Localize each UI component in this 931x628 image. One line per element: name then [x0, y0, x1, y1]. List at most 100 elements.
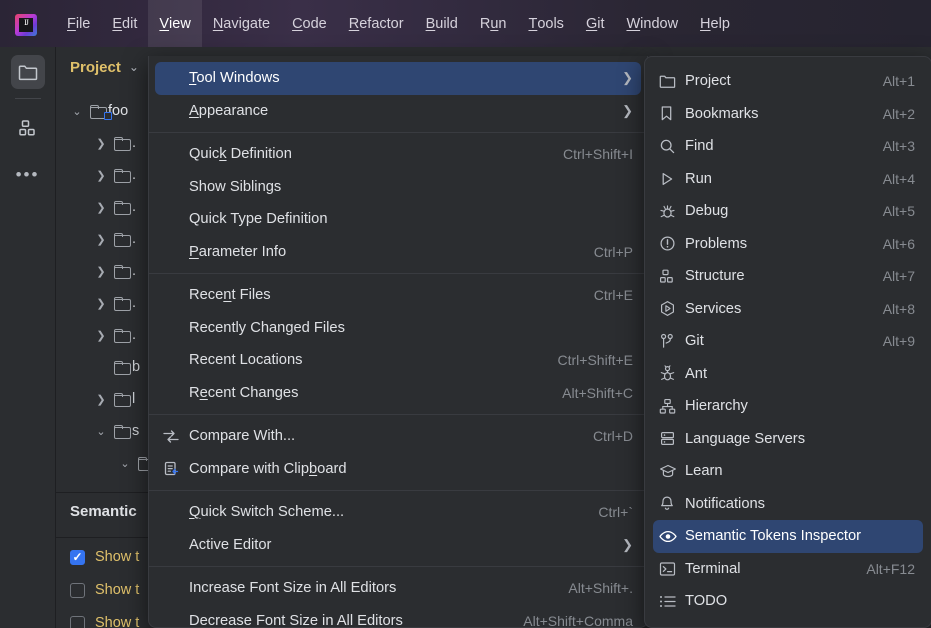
- checkbox[interactable]: [70, 582, 85, 598]
- menu-bar-item-tools[interactable]: Tools: [517, 0, 574, 47]
- menu-item-appearance[interactable]: Appearance ❯: [149, 95, 647, 128]
- tool-window-item-notifications[interactable]: Notifications: [645, 488, 931, 521]
- tool-window-item-shortcut: Alt+9: [882, 333, 915, 350]
- menu-bar-item-run[interactable]: Run: [469, 0, 518, 47]
- tool-window-item-ant[interactable]: Ant: [645, 358, 931, 391]
- chevron-down-icon[interactable]: ⌄: [116, 457, 134, 470]
- chevron-right-icon[interactable]: ❯: [92, 329, 110, 342]
- menu-item-recent-locations[interactable]: Recent Locations Ctrl+Shift+E: [149, 344, 647, 377]
- chevron-right-icon[interactable]: ❯: [92, 297, 110, 310]
- tool-window-item-todo[interactable]: TODO: [645, 585, 931, 618]
- folder-icon: [110, 329, 132, 343]
- menu-item-quick-switch-scheme[interactable]: Quick Switch Scheme... Ctrl+`: [149, 496, 647, 529]
- semantic-option-row[interactable]: Show t: [70, 549, 139, 565]
- menu-item-increase-font-size-in-all-editors[interactable]: Increase Font Size in All Editors Alt+Shi…: [149, 572, 647, 605]
- chevron-down-icon[interactable]: ⌄: [92, 425, 110, 438]
- menu-item-shortcut: Ctrl+Shift+I: [562, 146, 633, 163]
- terminal-icon: [659, 561, 685, 577]
- checkbox[interactable]: [70, 615, 85, 628]
- menu-item-decrease-font-size-in-all-editors[interactable]: Decrease Font Size in All Editors Alt+Shi…: [149, 605, 647, 628]
- tool-window-item-terminal[interactable]: Terminal Alt+F12: [645, 553, 931, 586]
- tool-window-item-semantic-tokens-inspector[interactable]: Semantic Tokens Inspector: [653, 520, 923, 553]
- menu-bar-item-code[interactable]: Code: [281, 0, 338, 47]
- tool-window-item-problems[interactable]: Problems Alt+6: [645, 228, 931, 261]
- chevron-right-icon[interactable]: ❯: [92, 137, 110, 150]
- tool-window-item-git[interactable]: Git Alt+9: [645, 325, 931, 358]
- tree-item-label: .: [132, 167, 137, 183]
- tool-window-item-label: Services: [685, 300, 742, 317]
- menu-item-shortcut: Ctrl+D: [592, 428, 633, 445]
- tree-item-label: .: [132, 327, 137, 343]
- menu-item-recent-files[interactable]: Recent Files Ctrl+E: [149, 279, 647, 312]
- menu-item-compare-with-clipboard[interactable]: Compare with Clipboard: [149, 453, 647, 486]
- menu-item-compare-with[interactable]: Compare With... Ctrl+D: [149, 420, 647, 453]
- tool-window-item-debug[interactable]: Debug Alt+5: [645, 195, 931, 228]
- tool-window-item-label: Notifications: [685, 495, 765, 512]
- chevron-right-icon[interactable]: ❯: [92, 169, 110, 182]
- menu-item-parameter-info[interactable]: Parameter Info Ctrl+P: [149, 236, 647, 269]
- structure-icon: [659, 268, 685, 285]
- tool-window-item-run[interactable]: Run Alt+4: [645, 163, 931, 196]
- menu-bar-item-git[interactable]: Git: [575, 0, 616, 47]
- compare-icon: [163, 429, 189, 444]
- menu-item-label: Quick Type Definition: [189, 211, 328, 228]
- tool-windows-submenu-popup: Project Alt+1 Bookmarks Alt+2 Find Alt+3 Run Al…: [644, 56, 931, 628]
- menu-bar-item-refactor[interactable]: Refactor: [338, 0, 415, 47]
- menu-bar-item-navigate[interactable]: Navigate: [202, 0, 281, 47]
- tool-window-item-services[interactable]: Services Alt+8: [645, 293, 931, 326]
- semantic-option-row[interactable]: Show t: [70, 615, 139, 628]
- menu-bar-item-help[interactable]: Help: [689, 0, 741, 47]
- hierarchy-icon: [659, 398, 685, 415]
- semantic-option-row[interactable]: Show t: [70, 582, 139, 598]
- structure-tool-button[interactable]: [11, 111, 45, 145]
- tool-window-item-find[interactable]: Find Alt+3: [645, 130, 931, 163]
- tool-window-item-shortcut: Alt+3: [882, 138, 915, 155]
- tool-window-item-label: Learn: [685, 463, 723, 480]
- chevron-right-icon[interactable]: ❯: [92, 201, 110, 214]
- menu-bar-item-edit[interactable]: Edit: [101, 0, 148, 47]
- menu-item-tool-windows[interactable]: Tool Windows ❯: [155, 62, 641, 95]
- tool-window-item-learn[interactable]: Learn: [645, 455, 931, 488]
- menu-separator: [149, 566, 647, 567]
- more-tool-button[interactable]: •••: [11, 149, 45, 183]
- menu-separator: [149, 490, 647, 491]
- menu-item-quick-definition[interactable]: Quick Definition Ctrl+Shift+I: [149, 138, 647, 171]
- tool-window-item-bookmarks[interactable]: Bookmarks Alt+2: [645, 98, 931, 131]
- menu-bar-item-view[interactable]: View: [148, 0, 202, 47]
- menu-item-label: Appearance: [189, 102, 269, 119]
- tool-window-item-structure[interactable]: Structure Alt+7: [645, 260, 931, 293]
- menu-bar-item-window[interactable]: Window: [615, 0, 689, 47]
- chevron-right-icon[interactable]: ❯: [92, 265, 110, 278]
- menu-item-shortcut: Ctrl+E: [593, 287, 633, 304]
- checkbox[interactable]: [70, 549, 85, 565]
- intellij-idea-logo-icon[interactable]: IJ: [15, 14, 37, 36]
- ant-icon: [659, 365, 685, 382]
- tool-window-item-shortcut: Alt+5: [882, 203, 915, 220]
- project-tool-button[interactable]: [10, 55, 45, 89]
- chevron-down-icon[interactable]: ⌄: [68, 105, 86, 118]
- menu-item-recent-changes[interactable]: Recent Changes Alt+Shift+C: [149, 377, 647, 410]
- chevron-right-icon[interactable]: ❯: [92, 233, 110, 246]
- tool-window-item-language-servers[interactable]: Language Servers: [645, 423, 931, 456]
- menu-item-show-siblings[interactable]: Show Siblings: [149, 171, 647, 204]
- tool-window-item-label: Hierarchy: [685, 398, 748, 415]
- menu-separator: [149, 414, 647, 415]
- menu-item-label: Decrease Font Size in All Editors: [189, 612, 403, 628]
- menu-bar-item-file[interactable]: File: [56, 0, 101, 47]
- menu-bar-item-build[interactable]: Build: [415, 0, 469, 47]
- folder-icon: [86, 105, 112, 120]
- chevron-down-icon[interactable]: ⌄: [129, 60, 139, 74]
- tool-window-item-hierarchy[interactable]: Hierarchy: [645, 390, 931, 423]
- menu-item-label: Active Editor: [189, 536, 272, 553]
- menu-item-quick-type-definition[interactable]: Quick Type Definition: [149, 203, 647, 236]
- folder-icon: [110, 297, 132, 311]
- tool-window-item-project[interactable]: Project Alt+1: [645, 65, 931, 98]
- chevron-right-icon[interactable]: ❯: [92, 393, 110, 406]
- menu-item-recently-changed-files[interactable]: Recently Changed Files: [149, 312, 647, 345]
- tool-window-item-label: Run: [685, 170, 712, 187]
- menu-item-active-editor[interactable]: Active Editor ❯: [149, 529, 647, 562]
- tree-item-label: b: [132, 359, 141, 375]
- menu-item-label: Recently Changed Files: [189, 319, 345, 336]
- menu-item-label: Recent Files: [189, 287, 271, 304]
- menu-separator: [149, 132, 647, 133]
